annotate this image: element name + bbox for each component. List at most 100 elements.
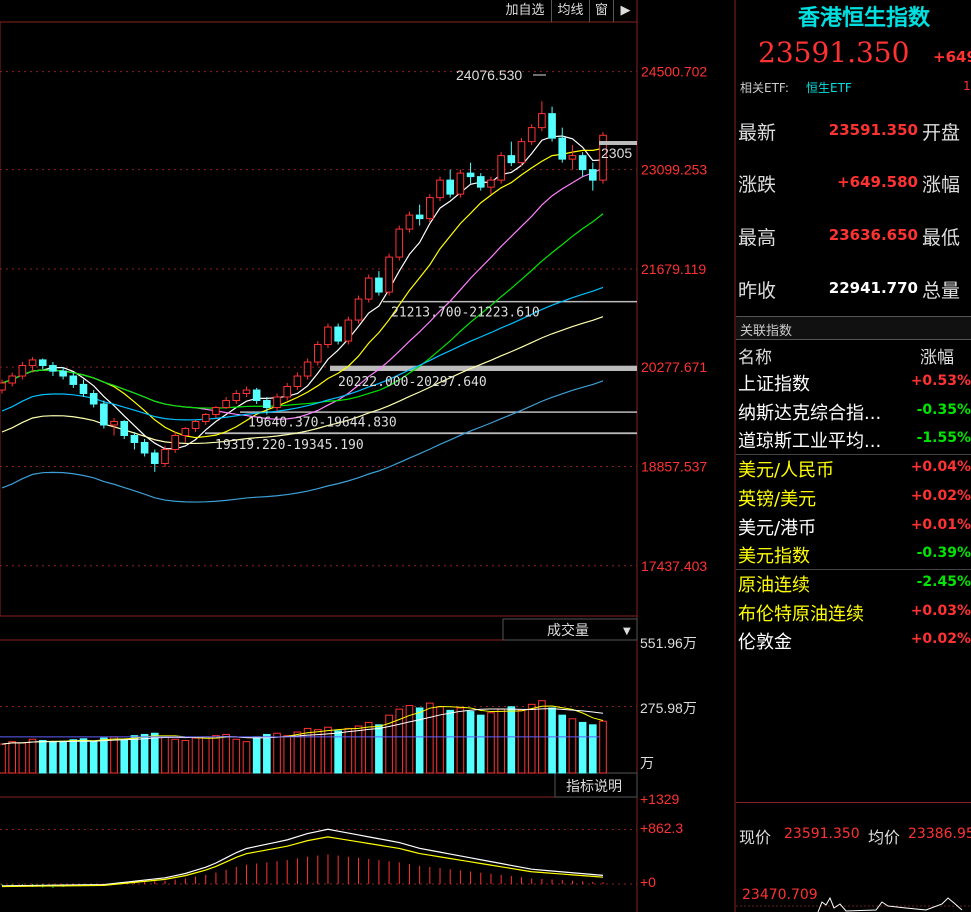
related-change: +0.01% [910, 516, 971, 533]
candle-body[interactable] [415, 214, 424, 220]
candle-body[interactable] [548, 113, 556, 139]
candle-body[interactable] [252, 389, 261, 402]
price-axis-label: 21679.119 [641, 261, 706, 277]
play-icon[interactable]: ▶ [613, 0, 637, 22]
candle-body[interactable] [385, 256, 393, 293]
candle-body[interactable] [507, 155, 516, 164]
quote-label: 最新 [738, 122, 777, 144]
candle-body[interactable] [89, 393, 98, 405]
volume-bar [497, 708, 505, 774]
kline-chart[interactable]: 24500.702 23099.253 21679.119 20277.671 1885… [0, 0, 736, 912]
quote-value: 22941.770 [828, 279, 918, 297]
volume-axis-label: 万 [640, 755, 654, 771]
candle-body[interactable] [517, 141, 526, 164]
candle-body[interactable] [181, 427, 190, 436]
related-row[interactable]: 原油连续 -2.45% [736, 571, 971, 599]
candle-body[interactable] [568, 155, 577, 160]
volume-bar [130, 735, 139, 774]
related-header: 关联指数 [736, 316, 971, 340]
now-value: 23591.350 [784, 826, 860, 842]
candle-body[interactable] [120, 420, 129, 436]
candle-body[interactable] [364, 277, 373, 300]
candle-body[interactable] [436, 179, 444, 199]
related-row[interactable]: 英镑/美元 +0.02% [736, 485, 971, 513]
candle-body[interactable] [426, 197, 434, 220]
candle-body[interactable] [212, 407, 220, 416]
candle-body[interactable] [171, 434, 179, 450]
candle-body[interactable] [130, 434, 139, 443]
candle-body[interactable] [38, 359, 47, 367]
candle-body[interactable] [324, 326, 332, 346]
candle-body[interactable] [18, 365, 27, 377]
candle-body[interactable] [222, 400, 230, 409]
candle-body[interactable] [161, 448, 169, 464]
candle-body[interactable] [466, 172, 475, 178]
chevron-down-icon[interactable]: ▼ [623, 626, 631, 637]
candle-body[interactable] [354, 298, 363, 321]
candle-body[interactable] [242, 389, 251, 395]
indicator-label[interactable]: 指标说明 [566, 778, 622, 794]
volume-bar [456, 707, 465, 774]
candle-body[interactable] [456, 172, 465, 195]
candle-body[interactable] [232, 393, 241, 402]
candle-body[interactable] [334, 326, 342, 342]
window-button[interactable]: 窗 [589, 0, 613, 22]
candle-body[interactable] [140, 441, 149, 454]
related-name: 美元/人民币 [738, 460, 835, 482]
candle-body[interactable] [0, 382, 6, 391]
candle-body[interactable] [110, 420, 118, 426]
candle-body[interactable] [344, 319, 353, 342]
ma-line-button[interactable]: 均线 [551, 0, 589, 22]
candle-body[interactable] [201, 414, 210, 422]
candle-body[interactable] [313, 344, 322, 363]
related-row[interactable]: 上证指数 +0.53% [736, 370, 971, 398]
candle-body[interactable] [79, 383, 88, 395]
candle-body[interactable] [497, 155, 505, 181]
candle-body[interactable] [395, 228, 404, 258]
index-title: 香港恒生指数 [798, 5, 931, 31]
related-row[interactable]: 布伦特原油连续 +0.03% [736, 600, 971, 628]
candle-body[interactable] [405, 214, 414, 230]
candle-body[interactable] [150, 452, 159, 464]
add-watch-button[interactable]: 加自选 [499, 0, 551, 22]
quote-value: 23591.350 [828, 121, 918, 139]
volume-bar [191, 737, 200, 774]
candle-body[interactable] [8, 375, 16, 384]
candle-body[interactable] [293, 375, 302, 388]
related-name: 美元指数 [738, 546, 810, 568]
related-row[interactable]: 美元指数 -0.39% [736, 542, 971, 570]
related-change: -0.35% [916, 401, 971, 418]
related-change: +0.03% [910, 602, 971, 619]
candle-body[interactable] [273, 396, 281, 409]
candle-body[interactable] [59, 370, 67, 377]
related-change: -0.39% [916, 545, 971, 562]
candle-body[interactable] [578, 155, 587, 171]
related-row[interactable]: 美元/港币 +0.01% [736, 514, 971, 542]
candle-body[interactable] [28, 359, 37, 367]
gap-band [205, 432, 637, 435]
avg-value: 23386.95 [908, 826, 971, 842]
candle-body[interactable] [446, 179, 455, 195]
candle-body[interactable] [558, 137, 567, 160]
candle-body[interactable] [527, 127, 536, 143]
volume-bar [150, 732, 159, 774]
candle-body[interactable] [487, 179, 495, 188]
related-row[interactable]: 美元/人民币 +0.04% [736, 456, 971, 484]
candle-body[interactable] [303, 361, 312, 377]
candle-body[interactable] [375, 277, 383, 293]
candle-body[interactable] [49, 365, 57, 372]
candle-body[interactable] [191, 420, 200, 429]
candle-body[interactable] [69, 375, 78, 385]
candle-body[interactable] [100, 403, 108, 426]
related-row[interactable]: 道琼斯工业平均... -1.55% [736, 427, 971, 455]
candle-body[interactable] [589, 169, 597, 181]
volume-label[interactable]: 成交量 [547, 622, 589, 638]
quote-label-2: 最低 [922, 227, 961, 249]
related-row[interactable]: 伦敦金 +0.02% [736, 628, 971, 656]
candle-body[interactable] [283, 386, 292, 398]
candle-body[interactable] [476, 176, 485, 188]
etf-link[interactable]: 恒生ETF [806, 79, 852, 96]
candle-body[interactable] [538, 113, 546, 129]
candle-body[interactable] [263, 400, 271, 409]
related-row[interactable]: 纳斯达克综合指... -0.35% [736, 399, 971, 427]
